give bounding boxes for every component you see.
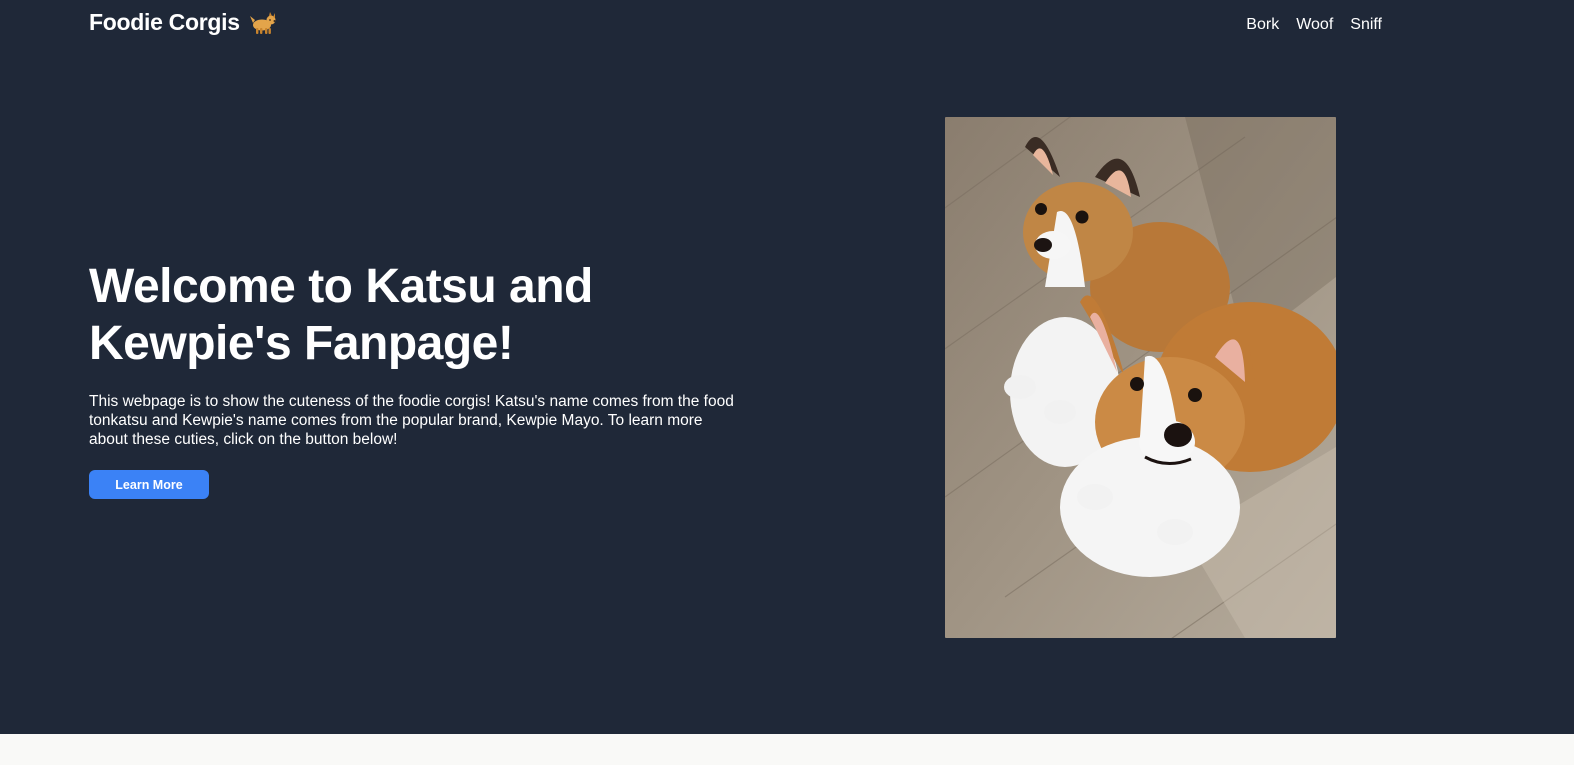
hero-title: Welcome to Katsu and Kewpie's Fanpage! <box>89 258 649 372</box>
learn-more-button[interactable]: Learn More <box>89 470 209 499</box>
hero-section: Foodie Corgis Bork Woof Sniff Welcome to… <box>0 0 1574 734</box>
corgi-dog-icon <box>248 10 278 36</box>
nav-link-woof[interactable]: Woof <box>1296 16 1333 34</box>
brand-logo[interactable]: Foodie Corgis <box>89 9 278 36</box>
brand-name: Foodie Corgis <box>89 9 240 35</box>
footer-strip <box>0 734 1574 765</box>
corgis-photo <box>945 117 1336 638</box>
main-nav: Bork Woof Sniff <box>1246 16 1382 34</box>
nav-link-bork[interactable]: Bork <box>1246 16 1279 34</box>
hero-description: This webpage is to show the cuteness of … <box>89 393 734 448</box>
hero-title-line-1: Welcome to Katsu and <box>89 260 593 313</box>
hero-title-line-2: Kewpie's Fanpage! <box>89 317 514 370</box>
nav-link-sniff[interactable]: Sniff <box>1350 16 1382 34</box>
